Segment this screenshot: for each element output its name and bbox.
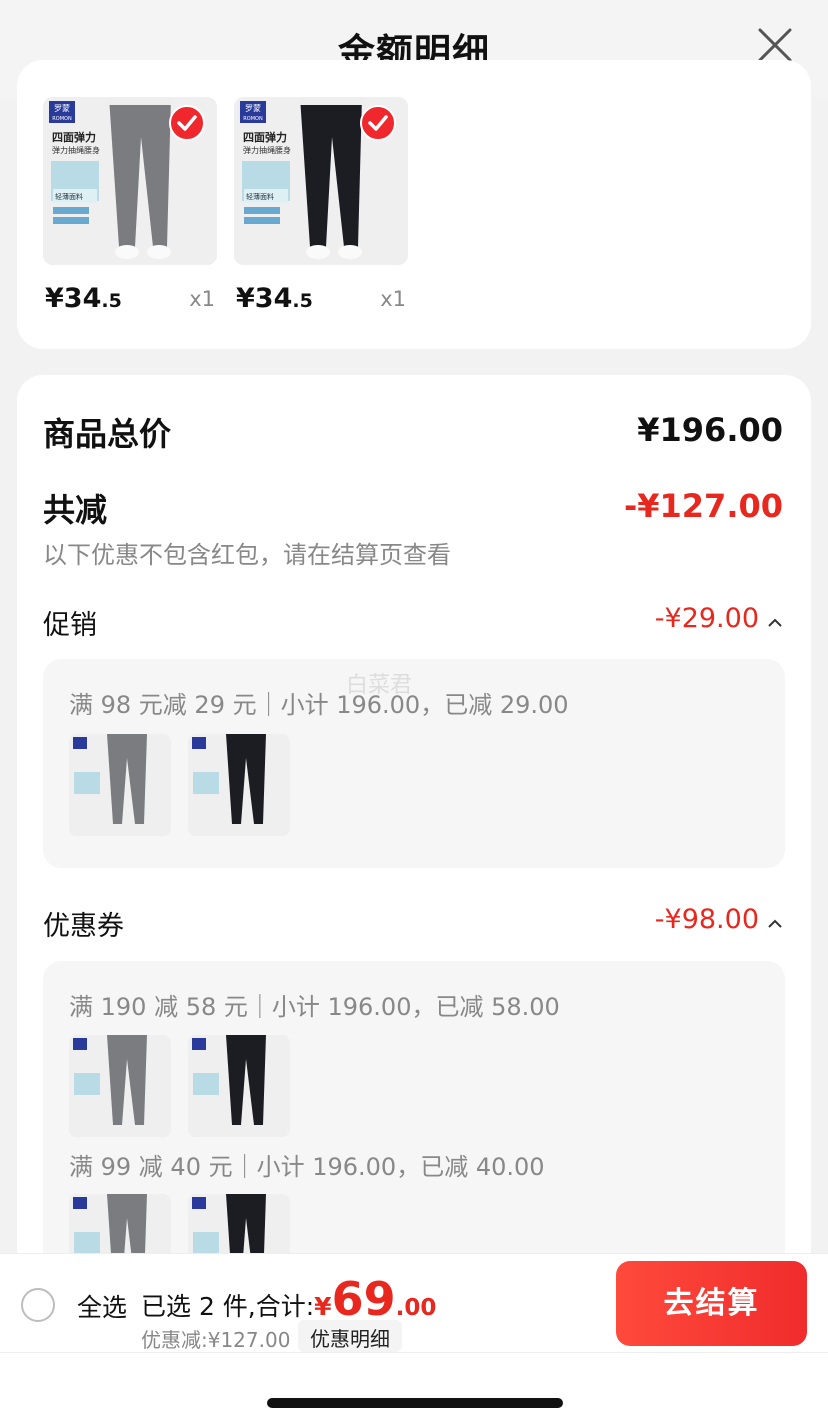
product-thumb <box>69 1035 171 1137</box>
svg-text:四面弹力: 四面弹力 <box>52 130 96 144</box>
product-image: 罗蒙 ROMON 四面弹力 弹力抽绳腰身 轻薄面料 <box>43 97 217 265</box>
price-row: ¥34.5 x1 <box>43 279 217 325</box>
product-card: 罗蒙 ROMON 四面弹力 弹力抽绳腰身 轻薄面料 ¥34.5 x1 罗蒙 RO… <box>17 60 811 349</box>
coupon-rule: 满 190 减 58 元｜小计 196.00，已减 58.00 <box>69 993 560 1021</box>
total-amount-decimal: .00 <box>395 1295 437 1321</box>
product-price: ¥34.5 <box>45 283 122 314</box>
select-all-radio[interactable] <box>21 1288 55 1322</box>
home-indicator[interactable] <box>267 1398 563 1408</box>
close-button[interactable] <box>756 26 794 64</box>
amount-detail-card: 商品总价 ¥196.00 共减 -¥127.00 以下优惠不包含红包，请在结算页… <box>17 375 811 1275</box>
coupon-toggle[interactable]: -¥98.00 <box>655 904 783 936</box>
coupon-rule: 满 99 减 40 元｜小计 196.00，已减 40.00 <box>69 1153 545 1181</box>
checkout-bar: 全选 已选 2 件,合计:¥69.00 优惠减:¥127.00 优惠明细 去结算 <box>0 1253 828 1426</box>
product-thumb <box>188 1035 290 1137</box>
svg-text:轻薄面料: 轻薄面料 <box>55 192 83 201</box>
product-item[interactable]: 罗蒙 ROMON 四面弹力 弹力抽绳腰身 轻薄面料 ¥34.5 x1 <box>43 97 217 325</box>
promotion-toggle[interactable]: -¥29.00 <box>655 603 783 635</box>
product-item[interactable]: 罗蒙 ROMON 四面弹力 弹力抽绳腰身 轻薄面料 ¥34.5 x1 <box>234 97 408 325</box>
svg-text:罗蒙: 罗蒙 <box>245 103 261 113</box>
divider <box>0 1352 828 1353</box>
select-all-label[interactable]: 全选 <box>77 1288 127 1324</box>
checkout-button[interactable]: 去结算 <box>616 1261 807 1346</box>
selected-count-text: 已选 2 件,合计: <box>141 1292 315 1321</box>
product-qty: x1 <box>380 287 406 311</box>
total-symbol: ¥ <box>314 1292 332 1321</box>
svg-text:ROMON: ROMON <box>243 116 263 122</box>
chevron-up-icon <box>767 604 783 635</box>
chevron-up-icon <box>767 905 783 936</box>
coupon-box: 满 190 减 58 元｜小计 196.00，已减 58.00 满 99 减 4… <box>43 961 785 1275</box>
product-image: 罗蒙 ROMON 四面弹力 弹力抽绳腰身 轻薄面料 <box>234 97 408 265</box>
svg-text:罗蒙: 罗蒙 <box>54 103 70 113</box>
product-qty: x1 <box>189 287 215 311</box>
total-price-amount: ¥196.00 <box>637 411 783 449</box>
svg-text:弹力抽绳腰身: 弹力抽绳腰身 <box>243 145 291 155</box>
svg-text:弹力抽绳腰身: 弹力抽绳腰身 <box>52 145 100 155</box>
promotion-amount: -¥29.00 <box>654 603 759 634</box>
close-icon <box>758 28 792 62</box>
total-amount-integer: 69 <box>331 1272 396 1326</box>
total-discount-amount: -¥127.00 <box>623 487 783 525</box>
coupon-amount: -¥98.00 <box>654 904 759 935</box>
coupon-label: 优惠券 <box>43 911 124 942</box>
product-thumb <box>69 734 171 836</box>
check-icon[interactable] <box>169 105 205 141</box>
selection-summary: 已选 2 件,合计:¥69.00 <box>141 1272 436 1326</box>
price-row: ¥34.5 x1 <box>234 279 408 325</box>
svg-text:ROMON: ROMON <box>52 116 72 122</box>
product-price: ¥34.5 <box>236 283 313 314</box>
promotion-box: 满 98 元减 29 元｜小计 196.00，已减 29.00 <box>43 659 785 868</box>
discount-summary: 优惠减:¥127.00 <box>141 1328 291 1352</box>
promotion-rule: 满 98 元减 29 元｜小计 196.00，已减 29.00 <box>69 691 569 719</box>
total-price-label: 商品总价 <box>43 415 172 453</box>
svg-text:四面弹力: 四面弹力 <box>243 130 287 144</box>
promotion-label: 促销 <box>43 610 97 641</box>
check-icon[interactable] <box>360 105 396 141</box>
discount-detail-link[interactable]: 优惠明细 <box>298 1320 402 1352</box>
svg-text:轻薄面料: 轻薄面料 <box>246 192 274 201</box>
total-discount-label: 共减 <box>43 491 108 529</box>
product-thumb <box>188 734 290 836</box>
watermark: 白菜君 <box>346 673 413 698</box>
discount-note: 以下优惠不包含红包，请在结算页查看 <box>43 541 451 569</box>
